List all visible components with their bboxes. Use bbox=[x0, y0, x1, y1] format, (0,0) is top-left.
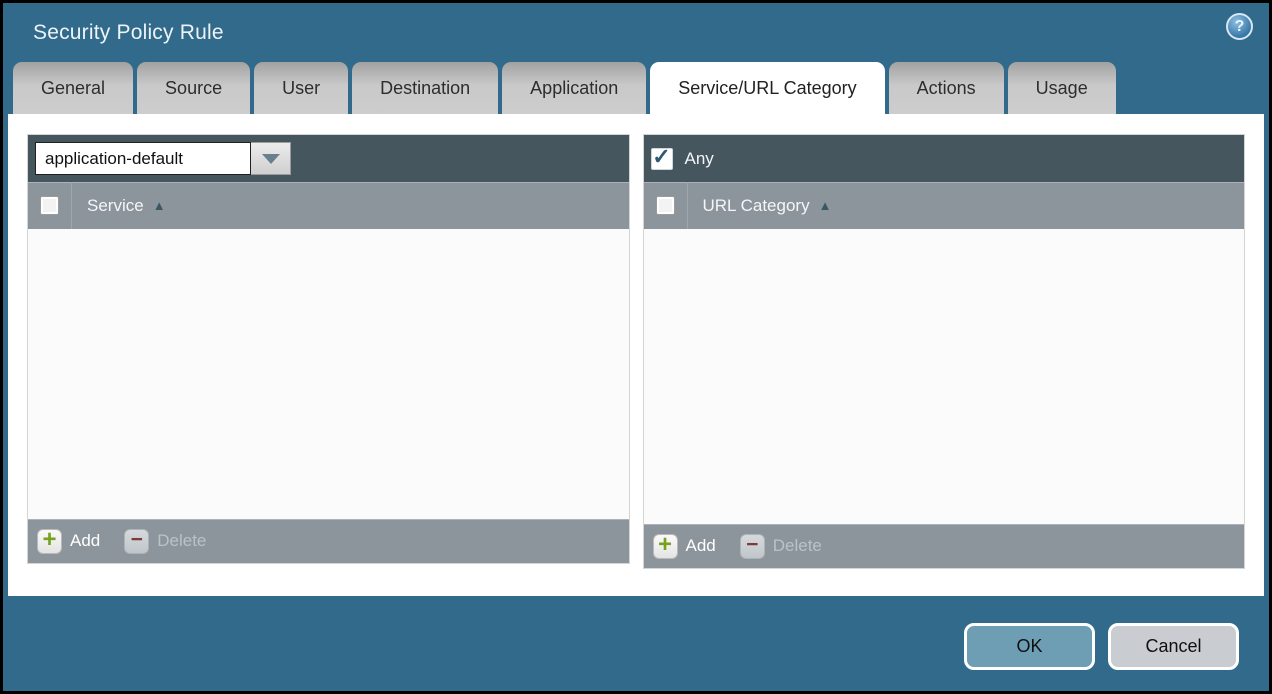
sort-ascending-icon[interactable]: ▲ bbox=[819, 198, 832, 213]
dialog-title: Security Policy Rule bbox=[33, 21, 224, 45]
url-category-toolbar: ✓ Any bbox=[644, 135, 1245, 182]
dropdown-button[interactable] bbox=[251, 142, 291, 175]
help-icon[interactable]: ? bbox=[1226, 13, 1253, 40]
plus-icon: + bbox=[37, 529, 62, 554]
url-category-select-all-checkbox[interactable] bbox=[656, 196, 675, 215]
any-checkbox-label[interactable]: Any bbox=[685, 149, 714, 169]
tab-usage[interactable]: Usage bbox=[1008, 62, 1116, 114]
service-select-all-checkbox[interactable] bbox=[40, 196, 59, 215]
ok-button[interactable]: OK bbox=[964, 623, 1095, 670]
service-panel: application-default Service ▲ + Add bbox=[27, 134, 630, 564]
cancel-button[interactable]: Cancel bbox=[1108, 623, 1239, 670]
minus-icon: − bbox=[740, 534, 765, 559]
checkmark-icon: ✓ bbox=[652, 146, 670, 168]
title-bar: Security Policy Rule ? bbox=[3, 3, 1269, 62]
tab-user[interactable]: User bbox=[254, 62, 348, 114]
service-type-dropdown-value[interactable]: application-default bbox=[35, 142, 251, 175]
minus-icon: − bbox=[124, 529, 149, 554]
add-button-label: Add bbox=[70, 531, 100, 551]
service-column-header-row: Service ▲ bbox=[28, 182, 629, 229]
service-type-dropdown[interactable]: application-default bbox=[35, 142, 291, 175]
tab-application[interactable]: Application bbox=[502, 62, 646, 114]
service-list bbox=[28, 229, 629, 519]
tab-general[interactable]: General bbox=[13, 62, 133, 114]
tab-actions[interactable]: Actions bbox=[889, 62, 1004, 114]
chevron-down-icon bbox=[262, 154, 280, 164]
tab-service-url-category[interactable]: Service/URL Category bbox=[650, 62, 884, 114]
tab-bar: General Source User Destination Applicat… bbox=[3, 62, 1269, 114]
url-category-footer-toolbar: + Add − Delete bbox=[644, 524, 1245, 568]
delete-button-label: Delete bbox=[773, 536, 822, 556]
dialog-action-buttons: OK Cancel bbox=[964, 623, 1239, 670]
service-column-header[interactable]: Service bbox=[87, 196, 144, 216]
service-add-button[interactable]: + Add bbox=[37, 529, 100, 554]
url-category-column-header-row: URL Category ▲ bbox=[644, 182, 1245, 229]
service-toolbar: application-default bbox=[28, 135, 629, 182]
tab-destination[interactable]: Destination bbox=[352, 62, 498, 114]
tab-source[interactable]: Source bbox=[137, 62, 250, 114]
service-delete-button[interactable]: − Delete bbox=[124, 529, 206, 554]
sort-ascending-icon[interactable]: ▲ bbox=[153, 198, 166, 213]
service-select-all-cell bbox=[28, 182, 72, 229]
tab-content: application-default Service ▲ + Add bbox=[8, 114, 1264, 596]
security-policy-rule-dialog: Security Policy Rule ? General Source Us… bbox=[3, 3, 1269, 691]
add-button-label: Add bbox=[686, 536, 716, 556]
url-category-select-all-cell bbox=[644, 182, 688, 229]
url-category-delete-button[interactable]: − Delete bbox=[740, 534, 822, 559]
url-category-column-header[interactable]: URL Category bbox=[703, 196, 810, 216]
plus-icon: + bbox=[653, 534, 678, 559]
url-category-list bbox=[644, 229, 1245, 524]
url-category-panel: ✓ Any URL Category ▲ + Add − Delete bbox=[643, 134, 1246, 569]
service-footer-toolbar: + Add − Delete bbox=[28, 519, 629, 563]
url-category-add-button[interactable]: + Add bbox=[653, 534, 716, 559]
any-checkbox[interactable]: ✓ bbox=[651, 148, 673, 170]
delete-button-label: Delete bbox=[157, 531, 206, 551]
